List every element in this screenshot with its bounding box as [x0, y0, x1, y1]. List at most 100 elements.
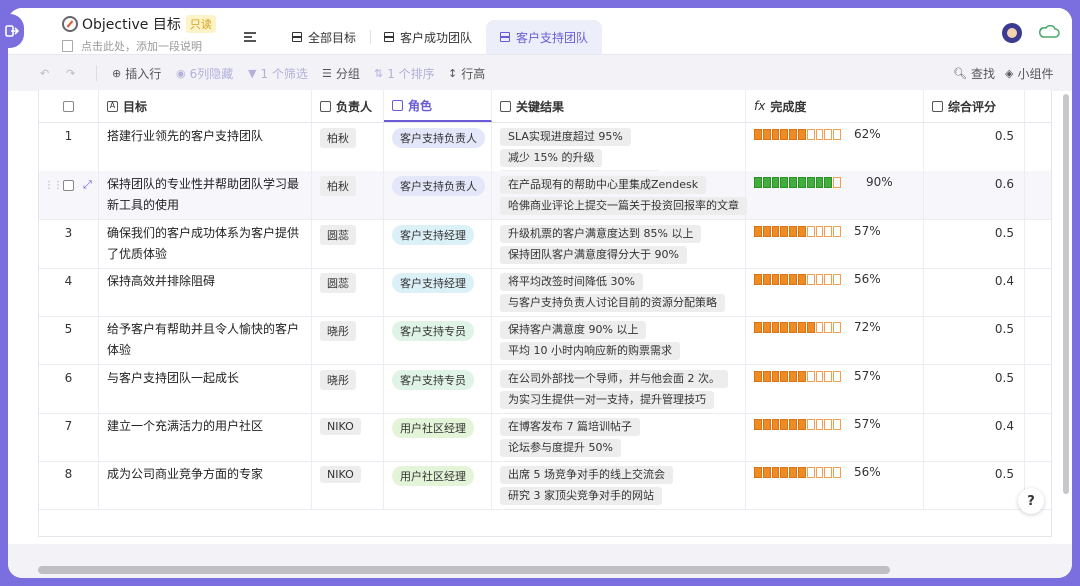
owner-cell[interactable]: 柏秋	[312, 171, 384, 220]
role-cell[interactable]: 用户社区经理	[384, 412, 492, 461]
lookup-field-icon	[932, 100, 943, 112]
column-header-score[interactable]: 综合评分	[924, 90, 1025, 122]
completion-percent: 57%	[854, 368, 881, 383]
table-row[interactable]: 5 给予客户有帮助并且令人愉快的客户体验 晓彤 客户支持专员 保持客户满意度 90% 以…	[39, 316, 1051, 366]
table-row[interactable]: 1 搭建行业领先的客户支持团队 柏秋 客户支持负责人 SLA实现进度超过 95% 减少 1…	[39, 123, 1051, 188]
completion-cell: 56%	[746, 461, 924, 510]
goal-cell[interactable]: 搭建行业领先的客户支持团队	[99, 123, 312, 171]
goal-cell[interactable]: 与客户支持团队一起成长	[99, 364, 312, 413]
table-row[interactable]: 3 确保我们的客户成功体系为客户提供了优质体验 圆蕊 客户支持经理 升级机票的客户满意度…	[39, 219, 1051, 269]
toolbar: ↶ ↷ ⊕ 插入行 ◉ 6列隐藏 ▼ 1 个筛选 ☰ 分组 ⇅ 1 个排序 ↕ 行高 🔍︎ 查…	[8, 54, 1072, 91]
redo-icon: ↷	[66, 66, 76, 80]
goal-cell[interactable]: 给予客户有帮助并且令人愉快的客户体验	[99, 316, 312, 365]
score-value: 0.5	[994, 467, 1014, 482]
row-number: 1	[39, 123, 99, 171]
tab-3[interactable]: 客户支持团队	[486, 20, 603, 54]
role-cell[interactable]: 客户支持经理	[384, 219, 492, 268]
owner-cell[interactable]: NIKO	[312, 412, 384, 461]
goal-text: 给予客户有帮助并且令人愉快的客户体验	[107, 322, 300, 358]
key-results-cell[interactable]: 在产品现有的帮助中心里集成Zendesk 哈佛商业评论上提交一篇关于投资回报率的文…	[492, 171, 747, 220]
role-tag: 客户支持专员	[392, 369, 474, 390]
cloud-sync-icon[interactable]	[1038, 25, 1060, 39]
help-button[interactable]: ?	[1018, 488, 1044, 514]
avatar[interactable]	[1002, 23, 1022, 43]
role-tag: 客户支持专员	[392, 321, 474, 342]
owner-cell[interactable]: 柏秋	[312, 123, 384, 171]
hidden-columns-button[interactable]: ◉ 6列隐藏	[176, 55, 233, 91]
redo-button[interactable]: ↷	[66, 55, 79, 91]
text-field-icon: A	[107, 100, 118, 112]
score-cell: 0.6	[924, 171, 1025, 220]
widgets-button[interactable]: ◈ 小组件	[1005, 55, 1053, 91]
tab-1[interactable]: 全部目标	[278, 20, 370, 54]
search-button[interactable]: 🔍︎ 查找	[953, 55, 995, 91]
sidebar-toggle-button[interactable]	[0, 14, 24, 48]
goal-cell[interactable]: 成为公司商业竞争方面的专家	[99, 461, 312, 510]
row-height-button[interactable]: ↕ 行高	[448, 55, 485, 91]
owner-cell[interactable]: NIKO	[312, 461, 384, 510]
key-results-cell[interactable]: 在博客发布 7 篇培训帖子论坛参与度提升 50%	[492, 412, 746, 461]
column-header-completion[interactable]: fx 完成度	[746, 90, 924, 122]
insert-row-button[interactable]: ⊕ 插入行	[112, 55, 161, 91]
menu-icon[interactable]	[244, 30, 256, 44]
data-table: A 目标 负责人 角色 关键结果 fx 完成度 综合评分 1 搭建行业领先的客户支持团…	[38, 90, 1052, 537]
column-score-label: 综合评分	[948, 99, 997, 114]
undo-button[interactable]: ↶	[40, 55, 53, 91]
column-header-owner[interactable]: 负责人	[312, 90, 384, 122]
horizontal-scrollbar[interactable]	[38, 566, 890, 574]
table-row[interactable]: ⋮⋮ ⤢ 保持团队的专业性并帮助团队学习最新工具的使用 柏秋 客户支持负责人 在产品现…	[39, 171, 1051, 221]
drag-handle-icon[interactable]: ⋮⋮	[44, 180, 63, 191]
progress-bar	[754, 177, 842, 189]
table-row[interactable]: 8 成为公司商业竞争方面的专家 NIKO 用户社区经理 出席 5 场竞争对手的线上交流会…	[39, 461, 1051, 511]
description-field[interactable]: 点击此处，添加一段说明	[62, 38, 216, 54]
select-all-checkbox[interactable]	[63, 100, 74, 112]
page-title[interactable]: Objective 目标	[82, 14, 181, 34]
goal-text: 建立一个充满活力的用户社区	[107, 418, 264, 433]
key-results-cell[interactable]: 保持客户满意度 90% 以上平均 10 小时内响应新的购票需求	[492, 316, 746, 365]
goal-cell[interactable]: 保持团队的专业性并帮助团队学习最新工具的使用	[99, 171, 312, 220]
column-header-key-results[interactable]: 关键结果	[492, 90, 746, 122]
key-result-tag: 哈佛商业评论上提交一篇关于投资回报率的文章	[500, 197, 747, 216]
vertical-scrollbar[interactable]	[1063, 94, 1069, 494]
role-cell[interactable]: 用户社区经理	[384, 461, 492, 510]
tab-2[interactable]: 客户成功团队	[370, 20, 486, 54]
select-all-cell	[39, 90, 99, 122]
goal-cell[interactable]: 确保我们的客户成功体系为客户提供了优质体验	[99, 219, 312, 268]
goal-text: 成为公司商业竞争方面的专家	[107, 467, 264, 482]
role-cell[interactable]: 客户支持经理	[384, 267, 492, 316]
key-result-tag: 在博客发布 7 篇培训帖子	[500, 417, 640, 436]
table-row[interactable]: 6 与客户支持团队一起成长 晓彤 客户支持专员 在公司外部找一个导师，并与他会面 2 次…	[39, 364, 1051, 414]
column-header-role[interactable]: 角色	[384, 90, 492, 122]
key-results-cell[interactable]: 升级机票的客户满意度达到 85% 以上保持团队客户满意度得分大于 90%	[492, 219, 746, 268]
table-row[interactable]: 4 保持高效并排除阻碍 圆蕊 客户支持经理 将平均改签时间降低 30% 与客户支持负责人讨…	[39, 267, 1051, 317]
owner-cell[interactable]: 晓彤	[312, 316, 384, 365]
compass-icon	[62, 16, 78, 32]
goal-cell[interactable]: 保持高效并排除阻碍	[99, 267, 312, 316]
role-cell[interactable]: 客户支持专员	[384, 316, 492, 365]
key-result-tag: 在公司外部找一个导师，并与他会面 2 次。	[500, 369, 728, 388]
goal-cell[interactable]: 建立一个充满活力的用户社区	[99, 412, 312, 461]
expand-row-icon[interactable]: ⤢	[83, 178, 92, 192]
role-cell[interactable]: 客户支持负责人	[384, 123, 492, 171]
role-cell[interactable]: 客户支持专员	[384, 364, 492, 413]
owner-cell[interactable]: 圆蕊	[312, 219, 384, 268]
sort-button[interactable]: ⇅ 1 个排序	[374, 55, 435, 91]
completion-percent: 90%	[866, 175, 893, 190]
group-button[interactable]: ☰ 分组	[322, 55, 360, 91]
key-results-cell[interactable]: SLA实现进度超过 95%减少 15% 的升级将 NPS 得分从 30 提高到 …	[492, 123, 746, 188]
role-cell[interactable]: 客户支持负责人	[384, 171, 492, 220]
key-result-tag: 保持客户满意度 90% 以上	[500, 321, 647, 340]
hidden-columns-label: 6列隐藏	[189, 66, 234, 81]
key-results-cell[interactable]: 将平均改签时间降低 30% 与客户支持负责人讨论目前的资源分配策略	[492, 267, 746, 316]
key-results-cell[interactable]: 出席 5 场竞争对手的线上交流会研究 3 家顶尖竞争对手的网站	[492, 461, 746, 510]
grid-view-icon	[500, 32, 511, 42]
row-checkbox[interactable]	[63, 180, 74, 192]
owner-cell[interactable]: 圆蕊	[312, 267, 384, 316]
table-row[interactable]: 7 建立一个充满活力的用户社区 NIKO 用户社区经理 在博客发布 7 篇培训帖子论坛参…	[39, 412, 1051, 462]
column-header-goal[interactable]: A 目标	[99, 90, 312, 122]
row-height-label: 行高	[461, 66, 486, 81]
progress-bar	[754, 129, 842, 140]
filter-button[interactable]: ▼ 1 个筛选	[248, 55, 308, 91]
key-results-cell[interactable]: 在公司外部找一个导师，并与他会面 2 次。为实习生提供一对一支持，提升管理技巧	[492, 364, 746, 413]
owner-cell[interactable]: 晓彤	[312, 364, 384, 413]
